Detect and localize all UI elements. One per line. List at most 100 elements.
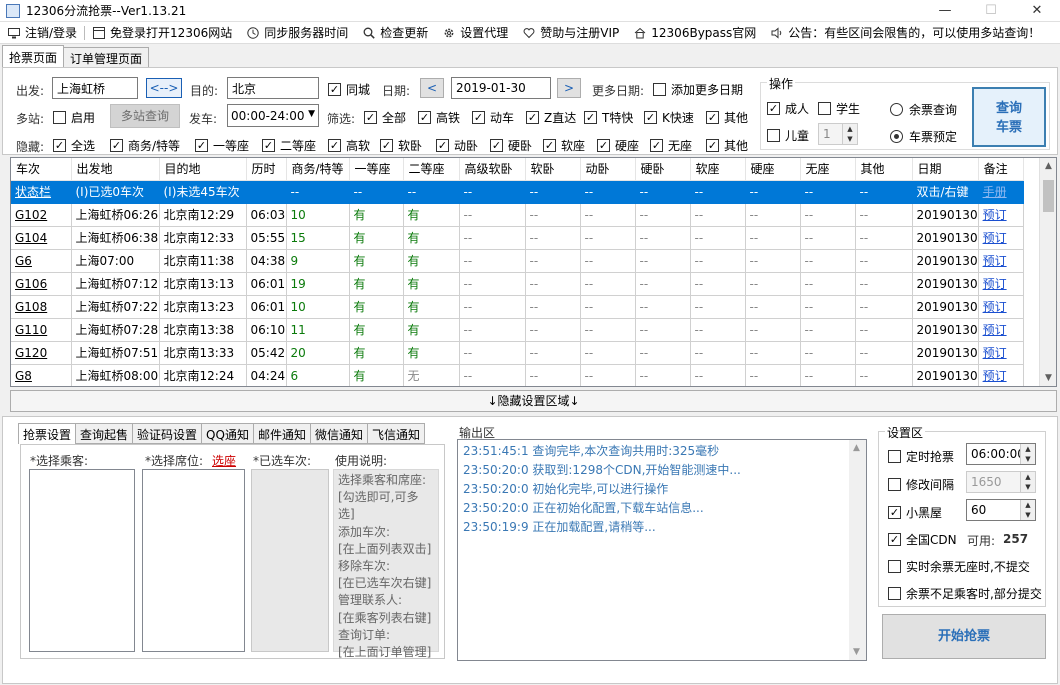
adult-checkbox[interactable]: 成人: [767, 100, 809, 117]
book-link[interactable]: 预订: [978, 364, 1024, 386]
student-checkbox[interactable]: 学生: [818, 100, 860, 117]
grid-vertical-scrollbar[interactable]: ▲ ▼: [1039, 158, 1056, 386]
tab-sale-query[interactable]: 查询起售: [75, 423, 134, 444]
column-header[interactable]: 动卧: [580, 158, 636, 181]
book-link[interactable]: 预订: [978, 318, 1024, 342]
stepper-arrows-icon[interactable]: ▲ ▼: [842, 124, 857, 144]
scrollbar-thumb[interactable]: [1043, 180, 1054, 212]
stepper-arrows-icon[interactable]: ▲ ▼: [1020, 472, 1035, 492]
table-row[interactable]: G104 上海虹桥06:38 北京南12:33 05:55 15 有有 -- -- -- -- --…: [11, 226, 1024, 250]
realtime-no-seat-checkbox[interactable]: 实时余票无座时,不提交: [888, 558, 1030, 575]
table-row[interactable]: G120 上海虹桥07:51 北京南13:33 05:42 20 有有 -- -- -- -- --…: [11, 341, 1024, 365]
hide-other-checkbox[interactable]: 其他: [706, 137, 748, 154]
tab-captcha-settings[interactable]: 验证码设置: [132, 423, 203, 444]
menu-announcement[interactable]: 公告：有些区间会限售的，可以使用多站查询！: [763, 22, 1047, 44]
menu-check-update[interactable]: 检查更新: [355, 22, 435, 44]
to-station-input[interactable]: [227, 77, 319, 99]
column-header[interactable]: 一等座: [349, 158, 404, 181]
blackroom-checkbox[interactable]: 小黑屋: [888, 504, 942, 521]
table-row[interactable]: G6 上海07:00 北京南11:38 04:38 9 有有 -- -- -- -- -- -- -- -…: [11, 249, 1024, 273]
column-header[interactable]: 无座: [800, 158, 856, 181]
tab-wechat-notify[interactable]: 微信通知: [309, 423, 368, 444]
tab-fetion-notify[interactable]: 飞信通知: [366, 423, 425, 444]
scroll-down-icon[interactable]: ▼: [853, 647, 860, 657]
same-city-checkbox[interactable]: 同城: [328, 81, 370, 98]
hide-business-checkbox[interactable]: 商务/特等: [110, 137, 180, 154]
column-header[interactable]: 硬座: [745, 158, 801, 181]
hide-dongwo-checkbox[interactable]: 动卧: [436, 137, 478, 154]
stepper-arrows-icon[interactable]: ▲ ▼: [1020, 500, 1035, 520]
tab-ticket-grab[interactable]: 抢票页面: [2, 45, 65, 67]
timed-grab-time-stepper[interactable]: 06:00:00 ▲ ▼: [966, 443, 1036, 465]
menu-open-12306[interactable]: 免登录打开12306网站: [85, 22, 239, 44]
from-station-input[interactable]: [52, 77, 138, 99]
menu-sponsor-vip[interactable]: 赞助与注册VIP: [515, 22, 626, 44]
train-code-link[interactable]: G106: [11, 272, 72, 296]
train-code-link[interactable]: G104: [11, 226, 72, 250]
hide-settings-toggle[interactable]: ↓隐藏设置区域↓: [10, 390, 1057, 412]
menu-official-site[interactable]: 12306Bypass官网: [626, 22, 763, 44]
add-more-dates-checkbox[interactable]: 添加更多日期: [653, 81, 743, 98]
column-header[interactable]: 高级软卧: [459, 158, 526, 181]
table-row[interactable]: G8 上海虹桥08:00 北京南12:24 04:24 6 有无 -- -- -- -- -- -- -…: [11, 364, 1024, 386]
menu-proxy[interactable]: 设置代理: [435, 22, 515, 44]
hide-ruanwo-checkbox[interactable]: 软卧: [380, 137, 422, 154]
modify-interval-checkbox[interactable]: 修改间隔: [888, 476, 954, 493]
seat-list[interactable]: [142, 469, 245, 652]
passenger-list[interactable]: [29, 469, 135, 652]
book-link[interactable]: 预订: [978, 249, 1024, 273]
column-header[interactable]: 日期: [912, 158, 979, 181]
train-code-link[interactable]: G108: [11, 295, 72, 319]
table-row[interactable]: G110 上海虹桥07:28 北京南13:38 06:10 11 有有 -- -- -- -- --…: [11, 318, 1024, 342]
filter-other-checkbox[interactable]: 其他: [706, 109, 748, 126]
table-row[interactable]: G102 上海虹桥06:26 北京南12:29 06:03 10 有有 -- -- -- -- --…: [11, 203, 1024, 227]
prev-date-button[interactable]: <: [420, 78, 444, 98]
column-header[interactable]: 历时: [246, 158, 287, 181]
column-header[interactable]: 车次: [11, 158, 72, 181]
scroll-up-icon[interactable]: ▲: [853, 443, 860, 453]
column-header[interactable]: 硬卧: [635, 158, 691, 181]
partial-submit-checkbox[interactable]: 余票不足乘客时,部分提交: [888, 585, 1042, 602]
multi-station-query-button[interactable]: 多站查询: [110, 104, 180, 128]
book-link[interactable]: 预订: [978, 203, 1024, 227]
hide-gaoruan-checkbox[interactable]: 高软: [328, 137, 370, 154]
scroll-up-icon[interactable]: ▲: [1040, 161, 1056, 171]
train-code-link[interactable]: G8: [11, 364, 72, 386]
status-row[interactable]: 状态栏 (I)已选0车次 (I)未选45车次 -- -- -- -- -- -- -- -- -- --…: [11, 180, 1024, 204]
table-row[interactable]: G108 上海虹桥07:22 北京南13:23 06:01 10 有有 -- -- -- -- --…: [11, 295, 1024, 319]
query-tickets-button[interactable]: 查询 车票: [972, 87, 1046, 147]
depart-time-select[interactable]: 00:00-24:00 ▼: [227, 104, 319, 127]
hide-ruanzuo-checkbox[interactable]: 软座: [543, 137, 585, 154]
manual-link[interactable]: 手册: [978, 180, 1024, 204]
tab-order-management[interactable]: 订单管理页面: [63, 47, 150, 67]
child-count-stepper[interactable]: 1 ▲ ▼: [818, 123, 858, 145]
scroll-down-icon[interactable]: ▼: [1040, 373, 1056, 383]
tab-grab-settings[interactable]: 抢票设置: [18, 423, 77, 444]
next-date-button[interactable]: >: [557, 78, 581, 98]
maximize-button[interactable]: ☐: [968, 0, 1014, 22]
train-code-link[interactable]: G110: [11, 318, 72, 342]
filter-gaotie-checkbox[interactable]: 高铁: [418, 109, 460, 126]
table-row[interactable]: G106 上海虹桥07:12 北京南13:13 06:01 19 有有 -- -- -- -- --…: [11, 272, 1024, 296]
menu-sync-time[interactable]: 同步服务器时间: [239, 22, 355, 44]
hide-wuzuo-checkbox[interactable]: 无座: [650, 137, 692, 154]
column-header[interactable]: 软座: [690, 158, 746, 181]
date-input[interactable]: [451, 77, 551, 99]
column-header[interactable]: 备注: [978, 158, 1024, 181]
selected-trains-list[interactable]: [251, 469, 329, 652]
minimize-button[interactable]: —: [922, 0, 968, 22]
swap-stations-button[interactable]: <-->: [146, 78, 182, 98]
filter-t-checkbox[interactable]: T特快: [584, 109, 633, 126]
column-header[interactable]: 软卧: [525, 158, 581, 181]
choose-seat-link[interactable]: 选座: [212, 452, 236, 469]
column-header[interactable]: 其他: [855, 158, 913, 181]
status-cell[interactable]: 状态栏: [11, 180, 72, 204]
timed-grab-checkbox[interactable]: 定时抢票: [888, 448, 954, 465]
national-cdn-checkbox[interactable]: 全国CDN: [888, 531, 957, 548]
book-link[interactable]: 预订: [978, 341, 1024, 365]
train-code-link[interactable]: G102: [11, 203, 72, 227]
hide-yingzuo-checkbox[interactable]: 硬座: [597, 137, 639, 154]
remaining-query-radio[interactable]: 余票查询: [890, 101, 957, 118]
close-button[interactable]: ✕: [1014, 0, 1060, 22]
column-header[interactable]: 二等座: [403, 158, 460, 181]
